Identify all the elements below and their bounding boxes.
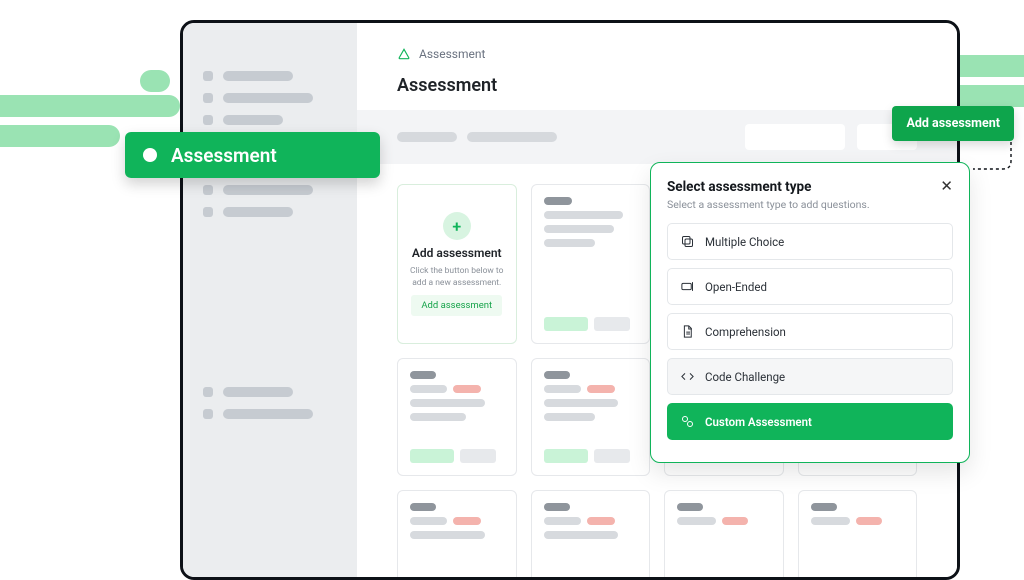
add-assessment-button[interactable]: Add assessment: [892, 106, 1014, 141]
text-cursor-icon: [680, 279, 695, 294]
button-label: Add assessment: [906, 116, 1000, 131]
option-comprehension[interactable]: Comprehension: [667, 313, 953, 350]
page-title: Assessment: [357, 69, 957, 110]
breadcrumb-label: Assessment: [419, 47, 485, 61]
filter-placeholder: [397, 132, 457, 142]
sidebar-item-label: Assessment: [171, 144, 277, 167]
add-card-title: Add assessment: [412, 246, 502, 260]
assessment-card[interactable]: [397, 358, 517, 476]
sidebar: [183, 23, 357, 577]
assessment-card[interactable]: [531, 184, 651, 344]
decoration: [0, 125, 120, 147]
shapes-icon: [680, 414, 695, 429]
sidebar-item[interactable]: [203, 185, 337, 195]
circle-icon: [143, 148, 157, 162]
decoration: [140, 70, 170, 92]
assessment-type-popover: Select assessment type Select a assessme…: [650, 162, 970, 463]
close-icon[interactable]: ✕: [940, 179, 953, 194]
filter-chip[interactable]: [745, 124, 845, 150]
sidebar-item[interactable]: [203, 387, 337, 397]
option-label: Custom Assessment: [705, 415, 812, 429]
option-label: Multiple Choice: [705, 235, 784, 249]
add-card-subtitle: Click the button below to add a new asse…: [410, 266, 504, 288]
option-label: Code Challenge: [705, 370, 785, 384]
decoration: [0, 95, 180, 117]
triangle-icon: [397, 47, 411, 61]
filter-bar: [357, 110, 957, 164]
sidebar-item[interactable]: [203, 207, 337, 217]
plus-icon: +: [443, 212, 471, 240]
add-card-link[interactable]: Add assessment: [411, 295, 502, 316]
code-icon: [680, 369, 695, 384]
sidebar-item-assessment-active[interactable]: Assessment: [125, 132, 380, 178]
assessment-card[interactable]: [664, 490, 784, 577]
filter-placeholder: [467, 132, 557, 142]
assessment-card[interactable]: [531, 490, 651, 577]
option-label: Comprehension: [705, 325, 786, 339]
assessment-card[interactable]: [531, 358, 651, 476]
breadcrumb: Assessment: [357, 23, 957, 69]
sidebar-item[interactable]: [203, 71, 337, 81]
assessment-card[interactable]: [798, 490, 918, 577]
option-multiple-choice[interactable]: Multiple Choice: [667, 223, 953, 260]
assessment-card[interactable]: [397, 490, 517, 577]
option-code-challenge[interactable]: Code Challenge: [667, 358, 953, 395]
add-assessment-card[interactable]: + Add assessment Click the button below …: [397, 184, 517, 344]
copy-icon: [680, 234, 695, 249]
popover-title: Select assessment type: [667, 179, 870, 195]
sidebar-item[interactable]: [203, 115, 337, 125]
connector-line: [971, 136, 1016, 171]
option-label: Open-Ended: [705, 280, 767, 294]
document-icon: [680, 324, 695, 339]
sidebar-item[interactable]: [203, 93, 337, 103]
option-custom-assessment[interactable]: Custom Assessment: [667, 403, 953, 440]
popover-subtitle: Select a assessment type to add question…: [667, 198, 870, 211]
option-open-ended[interactable]: Open-Ended: [667, 268, 953, 305]
sidebar-item[interactable]: [203, 409, 337, 419]
